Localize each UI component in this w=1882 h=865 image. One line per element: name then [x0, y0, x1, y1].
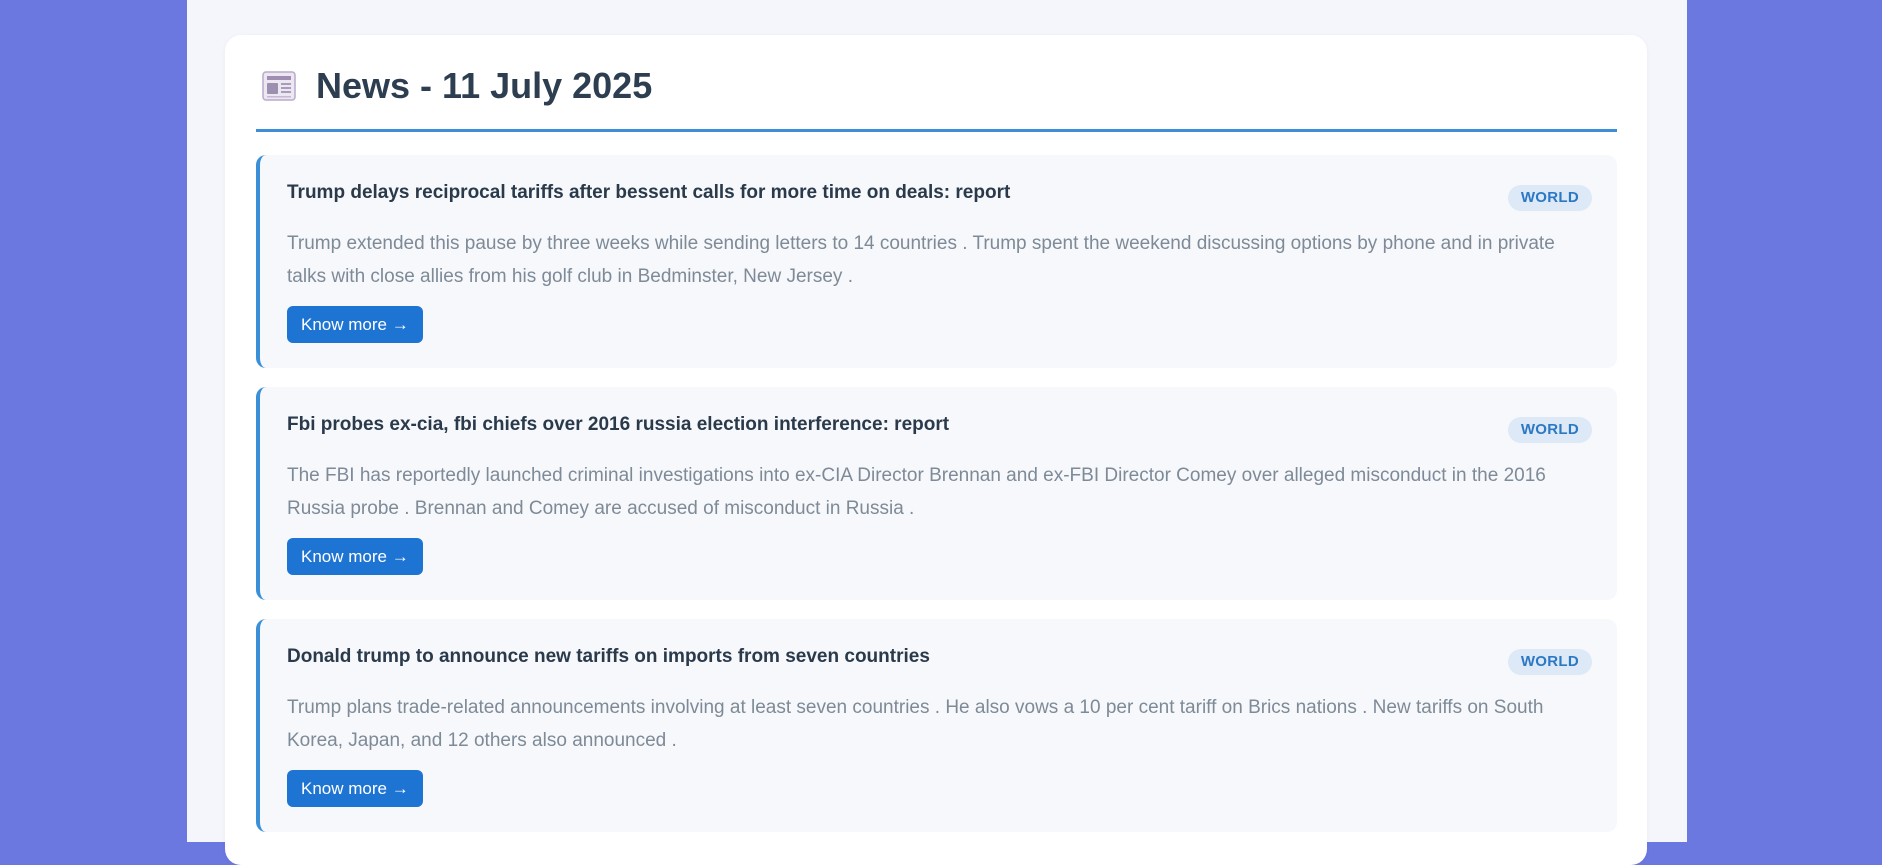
- article-description: Trump extended this pause by three weeks…: [287, 233, 1555, 287]
- article-title: Trump delays reciprocal tariffs after be…: [287, 182, 1011, 203]
- article-title: Fbi probes ex-cia, fbi chiefs over 2016 …: [287, 414, 950, 435]
- category-badge: WORLD: [1507, 185, 1592, 211]
- know-more-button[interactable]: Know more →: [287, 538, 423, 575]
- know-more-button[interactable]: Know more →: [287, 306, 423, 343]
- know-more-button[interactable]: Know more →: [287, 770, 423, 807]
- article-title: Donald trump to announce new tariffs on …: [287, 646, 930, 667]
- news-header: News - 11 July 2025: [256, 61, 1617, 132]
- category-badge: WORLD: [1507, 417, 1592, 443]
- news-card: Trump delays reciprocal tariffs after be…: [256, 155, 1617, 368]
- article-description: Trump plans trade-related announcements …: [287, 697, 1544, 751]
- newspaper-icon: [262, 70, 296, 102]
- news-card: Donald trump to announce new tariffs on …: [256, 619, 1617, 832]
- page-title: News - 11 July 2025: [316, 65, 653, 106]
- news-panel: News - 11 July 2025 Trump delays recipro…: [225, 35, 1647, 865]
- category-badge: WORLD: [1507, 649, 1592, 675]
- article-description: The FBI has reportedly launched criminal…: [287, 465, 1546, 519]
- news-card: Fbi probes ex-cia, fbi chiefs over 2016 …: [256, 387, 1617, 600]
